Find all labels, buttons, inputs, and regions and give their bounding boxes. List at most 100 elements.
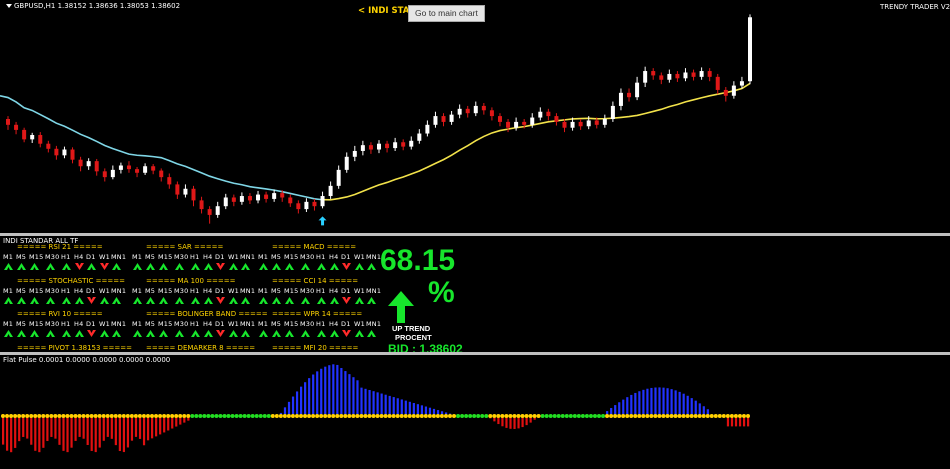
timeframe-label: D1 [215, 253, 225, 261]
histogram-bar [404, 400, 407, 416]
timeframe-label: M5 [145, 287, 156, 295]
histogram-bar [138, 416, 142, 439]
candle [433, 111, 438, 128]
timeframe-label: W1 [228, 320, 239, 328]
histogram-bar [674, 390, 677, 416]
pulse-dot [480, 414, 485, 418]
timeframe-label: D1 [86, 253, 96, 261]
pulse-dot [238, 414, 243, 418]
main-chart-pane[interactable]: GBPUSD,H1 1.38152 1.38636 1.38053 1.3860… [0, 0, 950, 233]
pulse-dot [141, 414, 146, 418]
pulse-dot [741, 414, 746, 418]
histogram-bar [70, 416, 73, 448]
candle [707, 68, 712, 82]
timeframe-label: W1 [99, 253, 110, 261]
flat-pulse-pane[interactable]: Flat Pulse 0.0001 0.0000 0.0000 0.0000 0… [0, 355, 950, 469]
histogram-bar [10, 416, 13, 453]
candle [151, 164, 156, 175]
trend-up-arrow-icon [367, 330, 376, 337]
pulse-dot [17, 414, 22, 418]
pulse-dot [568, 414, 573, 418]
candle [6, 116, 10, 130]
candle [683, 68, 688, 82]
histogram-bar [82, 416, 85, 439]
pulse-dot [154, 414, 159, 418]
timeframe-label: M1 [258, 253, 269, 261]
timeframe-label: MN1 [111, 320, 127, 328]
pulse-dot [77, 414, 82, 418]
pulse-dot [508, 414, 513, 418]
candle [465, 105, 470, 118]
histogram-bar [46, 416, 49, 442]
pulse-dot [697, 414, 702, 418]
histogram-bar [336, 364, 339, 416]
timeframe-label: M30 [174, 320, 189, 328]
timeframe-label: H4 [203, 253, 213, 261]
timeframe-label: H4 [203, 320, 213, 328]
histogram-bar [155, 416, 158, 437]
trend-up-arrow-icon [159, 263, 168, 270]
trend-up-arrow-icon [146, 263, 155, 270]
candlestick-chart[interactable] [0, 0, 950, 233]
pulse-dot [709, 414, 714, 418]
pulse-dot [311, 414, 316, 418]
pulse-dot [343, 414, 348, 418]
histogram-bars [2, 364, 750, 453]
timeframe-label: M1 [3, 287, 14, 295]
candle [602, 114, 607, 128]
pulse-dot [61, 414, 66, 418]
trend-down-arrow-icon [87, 330, 96, 337]
histogram-bar [54, 416, 57, 439]
pulse-dot [53, 414, 58, 418]
trend-up-arrow-icon [241, 263, 250, 270]
pulse-dot [41, 414, 46, 418]
go-to-main-chart-tooltip[interactable]: Go to main chart [408, 5, 485, 22]
histogram-bar [38, 416, 41, 453]
pulse-dot [544, 414, 549, 418]
moving-average-lines [0, 82, 751, 201]
candle [691, 69, 696, 81]
timeframe-label: W1 [354, 287, 365, 295]
timeframe-label: D1 [341, 320, 351, 328]
candle [264, 191, 269, 203]
trend-up-arrow-icon [355, 297, 364, 304]
histogram-bar [694, 400, 697, 416]
indicator-block-header: ===== STOCHASTIC ===== [17, 277, 125, 285]
pulse-dot [109, 414, 114, 418]
timeframe-label: M1 [258, 320, 269, 328]
pulse-dot [323, 414, 328, 418]
candle [223, 193, 228, 210]
pulse-dot [182, 414, 187, 418]
pulse-dot [524, 414, 529, 418]
histogram-bar [328, 365, 331, 416]
trend-up-arrow-icon [191, 330, 200, 337]
candle [207, 206, 212, 224]
candle [449, 111, 454, 125]
trend-up-arrow-icon [100, 297, 109, 304]
pulse-dot [387, 414, 392, 418]
timeframe-label: D1 [215, 287, 225, 295]
candle [409, 136, 414, 150]
histogram-bar [686, 395, 689, 416]
timeframe-label: M30 [174, 253, 189, 261]
indicator-block-header: ===== MACD ===== [272, 243, 357, 251]
timeframe-label: H1 [61, 320, 71, 328]
pulse-dot [637, 414, 642, 418]
pulse-dot [540, 414, 545, 418]
indicator-block-header: ===== RVI 10 ===== [17, 310, 103, 318]
histogram-bar [142, 416, 146, 446]
timeframe-label: M30 [45, 287, 60, 295]
pulse-dot [564, 414, 569, 418]
trend-down-arrow-icon [216, 330, 225, 337]
candle [489, 107, 494, 121]
timeframe-label: MN1 [240, 320, 256, 328]
trend-up-arrow-icon [146, 330, 155, 337]
indicator-block-header: ===== PIVOT 1.38153 ===== [17, 344, 133, 352]
pulse-dot [230, 414, 235, 418]
pulse-dot [689, 414, 694, 418]
trend-down-arrow-icon [75, 263, 84, 270]
pulse-dot [423, 414, 428, 418]
histogram-bar [50, 416, 53, 437]
candle [159, 168, 164, 182]
histogram-bar [130, 416, 134, 441]
